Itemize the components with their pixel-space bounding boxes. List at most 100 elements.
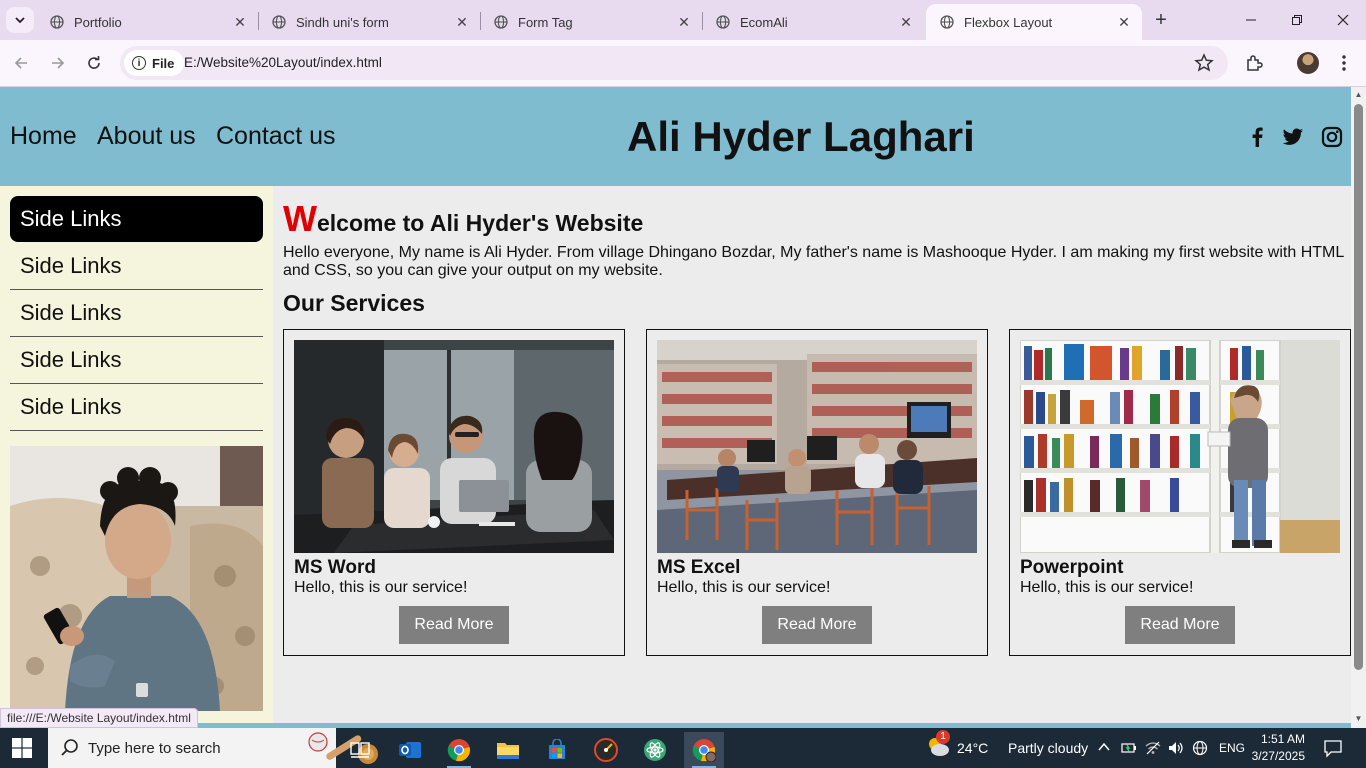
twitter-icon[interactable]: [1281, 125, 1305, 149]
service-description: Hello, this is our service!: [657, 579, 831, 596]
tab-form-tag[interactable]: Form Tag ✕: [480, 4, 702, 40]
tab-flexbox-layout[interactable]: Flexbox Layout ✕: [926, 4, 1142, 40]
language-globe-icon[interactable]: [1192, 740, 1208, 756]
taskbar-file-explorer[interactable]: [488, 732, 528, 768]
taskbar-chrome[interactable]: [439, 732, 479, 768]
minimize-icon: [1246, 19, 1256, 21]
minimize-button[interactable]: [1239, 8, 1263, 32]
globe-icon: [494, 15, 508, 29]
site-info-label: File: [152, 55, 175, 71]
site-info-chip[interactable]: i File: [124, 50, 185, 76]
close-icon[interactable]: ✕: [454, 14, 470, 30]
welcome-initial: W: [283, 198, 317, 239]
read-more-button[interactable]: Read More: [1125, 606, 1235, 644]
scroll-thumb[interactable]: [1354, 104, 1363, 670]
windows-start-icon[interactable]: [12, 738, 32, 758]
sidebar-link-2[interactable]: Side Links: [10, 243, 263, 290]
tab-portfolio[interactable]: Portfolio ✕: [36, 4, 258, 40]
weather-alert-badge: 1: [936, 730, 950, 744]
taskbar-atom-app[interactable]: [635, 732, 675, 768]
taskbar-search[interactable]: Type here to search: [48, 728, 378, 768]
sidebar-link-3[interactable]: Side Links: [10, 290, 263, 337]
intro-paragraph: Hello everyone, My name is Ali Hyder. Fr…: [283, 244, 1344, 279]
profile-avatar[interactable]: [1297, 52, 1319, 74]
service-card-powerpoint: Powerpoint Hello, this is our service! R…: [1009, 329, 1351, 656]
arrow-right-icon: [52, 57, 65, 69]
volume-icon[interactable]: [1168, 740, 1184, 756]
tab-search-button[interactable]: [6, 7, 34, 33]
close-window-button[interactable]: [1331, 8, 1355, 32]
page-scrollbar[interactable]: ▲ ▼: [1351, 87, 1366, 728]
tab-title: EcomAli: [740, 14, 788, 30]
services-heading: Our Services: [283, 290, 425, 316]
scroll-up-icon[interactable]: ▲: [1354, 90, 1363, 99]
service-description: Hello, this is our service!: [294, 579, 468, 596]
tab-ecomali[interactable]: EcomAli ✕: [702, 4, 924, 40]
url-text[interactable]: E:/Website%20Layout/index.html: [184, 55, 382, 70]
restore-button[interactable]: [1285, 8, 1309, 32]
close-icon[interactable]: ✕: [898, 14, 914, 30]
scroll-down-icon[interactable]: ▼: [1354, 714, 1363, 723]
service-title: MS Excel: [657, 557, 741, 578]
facebook-icon[interactable]: [1245, 125, 1269, 149]
close-icon[interactable]: ✕: [676, 14, 692, 30]
globe-icon: [272, 15, 286, 29]
new-tab-button[interactable]: +: [1150, 9, 1172, 31]
search-icon: [61, 739, 78, 756]
task-view-icon: [350, 742, 370, 758]
sidebar-link-5[interactable]: Side Links: [10, 384, 263, 431]
clock-time[interactable]: 1:51 AM: [1255, 732, 1305, 746]
site-header: Home About us Contact us Ali Hyder Lagha…: [0, 87, 1351, 186]
service-description: Hello, this is our service!: [1020, 579, 1194, 596]
search-placeholder: Type here to search: [88, 740, 221, 757]
service-image: [657, 340, 977, 553]
instagram-icon[interactable]: [1320, 125, 1344, 149]
taskbar-store[interactable]: [537, 732, 577, 768]
restore-icon: [1292, 15, 1302, 25]
link-status-bubble: file:///E:/Website Layout/index.html: [0, 708, 198, 728]
chevron-up-icon[interactable]: [1098, 742, 1110, 752]
tab-title: Form Tag: [518, 14, 573, 30]
network-icon[interactable]: [1145, 740, 1161, 756]
forward-button[interactable]: [47, 52, 69, 74]
taskbar-outlook[interactable]: [390, 732, 430, 768]
address-bar[interactable]: i File E:/Website%20Layout/index.html: [120, 46, 1228, 80]
service-card-ms-excel: MS Excel Hello, this is our service! Rea…: [646, 329, 988, 656]
nav-home-link[interactable]: Home: [10, 122, 77, 151]
tab-sindh-uni-form[interactable]: Sindh uni's form ✕: [258, 4, 480, 40]
nav-contact-link[interactable]: Contact us: [216, 122, 336, 151]
service-image: [294, 340, 614, 553]
speedometer-icon: [594, 738, 618, 762]
sidebar: Side Links Side Links Side Links Side Li…: [0, 186, 273, 728]
close-icon[interactable]: ✕: [232, 14, 248, 30]
profile-photo: [10, 446, 263, 711]
sidebar-link-4[interactable]: Side Links: [10, 337, 263, 384]
task-view-button[interactable]: [340, 732, 380, 768]
arrow-left-icon: [14, 57, 27, 69]
read-more-button[interactable]: Read More: [762, 606, 872, 644]
extensions-button[interactable]: [1243, 52, 1265, 74]
welcome-heading: Welcome to Ali Hyder's Website: [283, 198, 643, 240]
browser-menu-button[interactable]: [1333, 52, 1355, 74]
close-icon[interactable]: ✕: [1116, 14, 1132, 30]
welcome-rest: elcome to Ali Hyder's Website: [316, 210, 644, 236]
input-language[interactable]: ENG: [1219, 741, 1245, 755]
close-icon: [1337, 14, 1349, 26]
puzzle-icon: [1247, 55, 1263, 71]
bookmark-star-icon[interactable]: [1194, 53, 1214, 73]
sidebar-link-1[interactable]: Side Links: [10, 196, 263, 242]
clock-date[interactable]: 3/27/2025: [1249, 749, 1305, 763]
taskbar-typing-app[interactable]: [586, 732, 626, 768]
notifications-icon[interactable]: [1323, 738, 1343, 758]
battery-icon[interactable]: [1121, 740, 1137, 756]
weather-temp: 24°C: [957, 740, 989, 756]
nav-about-link[interactable]: About us: [97, 122, 196, 151]
back-button[interactable]: [10, 52, 32, 74]
tab-title: Portfolio: [74, 14, 122, 30]
taskbar-chrome-profile[interactable]: [684, 732, 724, 768]
reload-button[interactable]: [83, 52, 105, 74]
bookshelf-illustration: [1020, 340, 1340, 553]
service-title: MS Word: [294, 557, 376, 578]
tab-strip: Portfolio ✕ Sindh uni's form ✕ Form Tag …: [0, 0, 1366, 40]
read-more-button[interactable]: Read More: [399, 606, 509, 644]
